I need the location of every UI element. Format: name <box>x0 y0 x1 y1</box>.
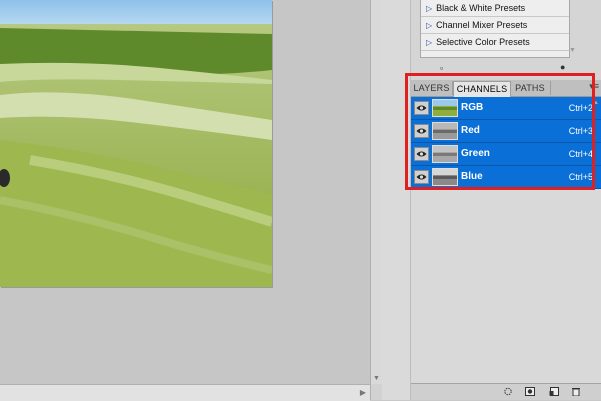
delete-channel-icon[interactable] <box>571 387 581 396</box>
channel-shortcut: Ctrl+4 <box>568 149 593 159</box>
scroll-down-icon[interactable]: ▼ <box>373 375 380 382</box>
channel-row-blue[interactable]: Blue Ctrl+5 <box>411 166 601 189</box>
return-icon[interactable]: ▫ <box>440 63 443 73</box>
adjustment-presets-list: ▷ Black & White Presets ▷ Channel Mixer Pr… <box>420 0 570 58</box>
load-channel-as-selection-icon[interactable] <box>503 387 513 396</box>
tab-layers[interactable]: LAYERS <box>411 81 453 95</box>
channel-thumbnail-red <box>432 122 458 140</box>
panel-dock: ▷ Black & White Presets ▷ Channel Mixer Pr… <box>382 0 601 400</box>
channel-row-rgb[interactable]: RGB Ctrl+2 <box>411 97 601 120</box>
triangle-right-icon[interactable]: ▷ <box>426 35 432 51</box>
eye-icon[interactable] <box>414 170 429 184</box>
eye-icon[interactable] <box>414 147 429 161</box>
channel-row-green[interactable]: Green Ctrl+4 <box>411 143 601 166</box>
triangle-right-icon[interactable]: ▷ <box>426 1 432 17</box>
channel-thumbnail-rgb <box>432 99 458 117</box>
canvas-horizontal-scrollbar[interactable]: ▶ <box>0 384 370 401</box>
eye-icon[interactable] <box>414 124 429 138</box>
document-canvas[interactable] <box>0 0 370 384</box>
tab-channels[interactable]: CHANNELS <box>453 81 511 97</box>
channel-shortcut: Ctrl+3 <box>568 126 593 136</box>
panel-menu-icon[interactable]: ▾≡ <box>589 81 599 92</box>
channel-thumbnail-blue <box>432 168 458 186</box>
channels-panel: LAYERS CHANNELS PATHS ▾≡ RGB Ctrl+2 Red <box>411 80 601 400</box>
preset-item-channel-mixer[interactable]: ▷ Channel Mixer Presets <box>421 17 569 34</box>
adjustments-icon-row: ▫ ● <box>420 62 580 75</box>
channel-shortcut: Ctrl+5 <box>568 172 593 182</box>
scroll-up-icon[interactable]: ▲ <box>593 100 599 106</box>
scroll-right-icon[interactable]: ▶ <box>360 388 366 397</box>
triangle-right-icon[interactable]: ▷ <box>426 18 432 34</box>
save-selection-as-channel-icon[interactable] <box>525 387 535 396</box>
channel-name: Red <box>461 125 480 136</box>
scroll-down-icon[interactable]: ▼ <box>569 47 576 54</box>
preset-item-selective-color[interactable]: ▷ Selective Color Presets <box>421 34 569 51</box>
channel-name: RGB <box>461 102 484 113</box>
photo-image <box>0 0 272 287</box>
panel-tab-bar: LAYERS CHANNELS PATHS ▾≡ <box>411 80 601 97</box>
preset-label: Selective Color Presets <box>436 37 530 47</box>
clip-icon[interactable]: ● <box>560 62 565 72</box>
channel-shortcut: Ctrl+2 <box>568 103 593 113</box>
channel-row-red[interactable]: Red Ctrl+3 <box>411 120 601 143</box>
channels-scrollbar[interactable]: ▲ ▼ <box>593 96 601 396</box>
channel-thumbnail-green <box>432 145 458 163</box>
channels-panel-footer <box>411 383 601 400</box>
presets-scrollbar[interactable]: ▼ <box>568 0 578 57</box>
channel-name: Green <box>461 148 490 159</box>
preset-item-black-white[interactable]: ▷ Black & White Presets <box>421 0 569 17</box>
preset-label: Channel Mixer Presets <box>436 20 528 30</box>
eye-icon[interactable] <box>414 101 429 115</box>
tab-paths[interactable]: PATHS <box>510 81 551 95</box>
dock-icon-strip <box>382 0 411 400</box>
preset-label: Black & White Presets <box>436 3 526 13</box>
channel-name: Blue <box>461 171 483 182</box>
create-new-channel-icon[interactable] <box>549 387 559 396</box>
